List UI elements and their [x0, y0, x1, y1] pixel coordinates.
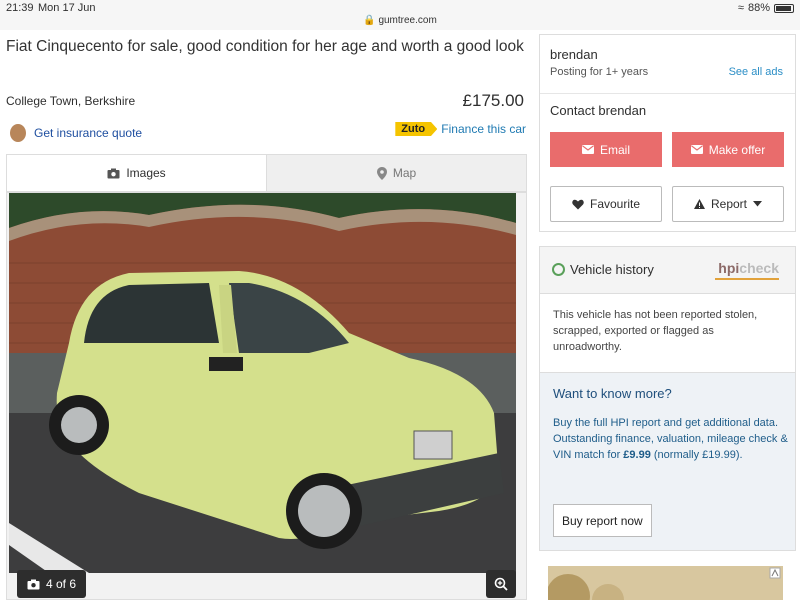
url-text: gumtree.com [378, 15, 437, 26]
vehicle-history-header: Vehicle history hpicheck [540, 247, 795, 294]
finance-link[interactable]: Zuto Finance this car [395, 122, 526, 136]
zoom-in-icon [494, 577, 508, 591]
status-time: 21:39 [6, 2, 34, 14]
tab-map[interactable]: Map [266, 155, 526, 191]
tab-map-label: Map [392, 166, 417, 180]
hpi-upsell-text: Buy the full HPI report and get addition… [553, 415, 789, 463]
hpi-upsell: Want to know more? Buy the full HPI repo… [540, 372, 795, 550]
envelope-icon [581, 145, 594, 154]
hpi-price: £9.99 [623, 449, 651, 461]
car-photo-illustration [9, 193, 516, 573]
want-to-know-heading: Want to know more? [553, 386, 672, 401]
listing-price: £175.00 [462, 91, 524, 110]
favourite-button-label: Favourite [589, 197, 641, 211]
report-button[interactable]: Report [672, 186, 784, 222]
image-counter: 4 of 6 [17, 570, 87, 598]
camera-icon [27, 579, 40, 589]
ad-image [548, 566, 783, 600]
car-photo[interactable] [9, 193, 516, 573]
zuto-logo: Zuto [395, 122, 438, 136]
shield-check-icon [552, 263, 565, 276]
report-button-label: Report [710, 197, 748, 211]
hpi-check-logo: hpicheck [718, 260, 779, 276]
finance-link-label: Finance this car [441, 122, 526, 136]
advertisement[interactable] [548, 566, 783, 600]
seller-card: brendan Posting for 1+ years See all ads… [539, 34, 796, 232]
insurance-icon [10, 124, 26, 142]
status-indicators: ≈ 88% [738, 2, 794, 14]
tab-images[interactable]: Images [7, 155, 266, 191]
status-date: Mon 17 Jun [38, 2, 96, 14]
address-bar[interactable]: 🔒 gumtree.com [0, 15, 800, 26]
battery-percent: 88% [747, 2, 770, 14]
hpi-upsell-line1: Buy the full HPI report and get addition… [553, 417, 779, 429]
vehicle-history-card: Vehicle history hpicheck This vehicle ha… [539, 246, 796, 551]
contact-heading: Contact brendan [550, 103, 647, 118]
image-counter-text: 4 of 6 [46, 577, 77, 591]
envelope-icon [690, 145, 703, 154]
vehicle-history-text: This vehicle has not been reported stole… [553, 309, 758, 353]
make-offer-button[interactable]: Make offer [672, 132, 784, 167]
map-pin-icon [376, 166, 387, 180]
wifi-icon: ≈ [737, 2, 744, 14]
hpi-upsell-line2: Outstanding finance, valuation, mileage … [553, 433, 788, 461]
tab-images-label: Images [126, 166, 166, 180]
seller-name: brendan [550, 47, 598, 62]
warning-icon [693, 199, 705, 209]
email-button[interactable]: Email [550, 132, 662, 167]
divider [540, 93, 795, 94]
image-gallery[interactable]: 4 of 6 [6, 192, 527, 600]
seller-posting-duration: Posting for 1+ years [550, 66, 649, 78]
listing-title: Fiat Cinquecento for sale, good conditio… [6, 38, 524, 55]
lock-icon: 🔒 [363, 15, 376, 26]
insurance-link-label: Get insurance quote [34, 126, 143, 140]
zoom-button[interactable] [486, 570, 516, 598]
caret-down-icon [753, 201, 763, 207]
camera-icon [107, 168, 120, 178]
heart-icon [572, 199, 584, 209]
media-tabs: Images Map [6, 154, 527, 192]
see-all-ads-link[interactable]: See all ads [729, 66, 783, 78]
email-button-label: Email [599, 142, 630, 157]
status-bar: 21:39 Mon 17 Jun 🔒 gumtree.com ≈ 88% [0, 0, 800, 30]
battery-icon [774, 3, 794, 13]
make-offer-button-label: Make offer [708, 142, 766, 157]
buy-report-button[interactable]: Buy report now [553, 504, 652, 537]
favourite-button[interactable]: Favourite [550, 186, 662, 222]
hpi-underline [715, 278, 779, 280]
vehicle-history-title: Vehicle history [570, 262, 654, 277]
insurance-quote-link[interactable]: Get insurance quote [10, 124, 142, 142]
listing-location: College Town, Berkshire [6, 94, 136, 108]
